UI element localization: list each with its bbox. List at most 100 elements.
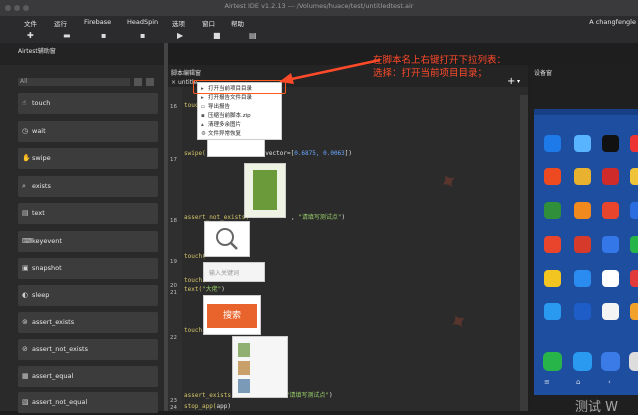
app-icon[interactable] (630, 303, 638, 320)
menu-zip-script[interactable]: ▪ 压缩当前脚本.zip (201, 112, 251, 120)
back-nav-icon[interactable]: ‹ (608, 378, 611, 386)
code-token: ]) (344, 150, 353, 157)
app-icon[interactable] (630, 135, 638, 152)
app-icon[interactable] (544, 270, 561, 287)
api-label: sleep (32, 291, 50, 299)
menu-file-recover[interactable]: ⚙ 文件异常恢复 (201, 130, 241, 138)
app-icon[interactable] (630, 270, 638, 287)
menu-clean-images[interactable]: ▴ 清理多余图片 (201, 121, 241, 129)
api-text[interactable]: ▤ text (18, 203, 158, 224)
api-assert-exists[interactable]: ⊚ assert_exists (18, 312, 158, 333)
image-thumbnail[interactable]: 搜索 (203, 295, 261, 335)
app-icon[interactable] (630, 202, 638, 219)
api-label: assert_exists (32, 318, 75, 326)
app-icon[interactable] (574, 236, 591, 253)
menu-export-report[interactable]: ▫ 导出报告 (201, 103, 230, 111)
stop-icon[interactable]: ■ (213, 31, 221, 40)
folder-icon: ▸ (201, 95, 204, 101)
image-thumbnail[interactable] (244, 163, 286, 218)
api-label: touch (32, 99, 51, 107)
app-icon[interactable] (602, 135, 619, 152)
menu-firebase[interactable]: Firebase (84, 18, 111, 26)
annotation-line: 选择：打开当前项目目录； (373, 68, 488, 79)
app-icon[interactable] (544, 168, 561, 185)
folder-icon[interactable]: ▬ (63, 31, 71, 40)
app-icon[interactable] (544, 135, 561, 152)
app-icon[interactable] (574, 202, 591, 219)
api-touch[interactable]: ☝ touch (18, 93, 158, 114)
app-icon[interactable] (574, 303, 591, 320)
app-icon[interactable] (630, 236, 638, 253)
menu-run[interactable]: 运行 (54, 18, 67, 28)
api-assert-not-equal[interactable]: ▧ assert_not_equal (18, 392, 158, 413)
menu-window[interactable]: 窗口 (202, 18, 215, 28)
image-thumbnail[interactable] (204, 221, 250, 257)
image-thumbnail[interactable]: 输入关键词 (203, 262, 265, 282)
phone-icon[interactable] (543, 352, 562, 371)
api-assert-not-exists[interactable]: ⊘ assert_not_exists (18, 339, 158, 360)
app-icon[interactable] (574, 168, 591, 185)
code-line[interactable]: text("大佬") (184, 284, 225, 293)
api-wait[interactable]: ◷ wait (18, 121, 158, 142)
app-icon[interactable] (602, 168, 619, 185)
api-keyevent[interactable]: ⌨ keyevent (18, 231, 158, 252)
report-icon[interactable]: ▤ (249, 31, 257, 40)
app-icon[interactable] (574, 270, 591, 287)
api-swipe[interactable]: ✋ swipe (18, 148, 158, 169)
code-token: vector=[ (261, 150, 295, 157)
menu-headspin[interactable]: HeadSpin (127, 18, 158, 26)
app-icon[interactable] (630, 168, 638, 185)
image-thumbnail[interactable] (207, 138, 265, 157)
editor-scrollbar[interactable] (520, 95, 528, 411)
api-label: swipe (32, 154, 51, 162)
recover-icon: ⚙ (201, 131, 206, 137)
api-snapshot[interactable]: ▣ snapshot (18, 258, 158, 279)
menu-options[interactable]: 选项 (172, 18, 185, 28)
image-thumbnail[interactable] (232, 336, 288, 398)
api-sleep[interactable]: ◐ sleep (18, 285, 158, 306)
home-nav-icon[interactable]: ⌂ (576, 378, 580, 386)
camera-icon[interactable] (629, 352, 638, 371)
result-image-icon (238, 343, 250, 357)
add-tab-icon[interactable]: + (507, 76, 515, 87)
list-view-icon[interactable] (146, 78, 154, 86)
contacts-icon[interactable] (601, 352, 620, 371)
app-icon[interactable] (602, 270, 619, 287)
menu-item-label: 文件异常恢复 (208, 131, 242, 137)
api-exists[interactable]: ⌕ exists (18, 176, 158, 197)
app-icon[interactable] (544, 202, 561, 219)
window-title: Airtest IDE v1.2.13 --- /Volumes/huace/t… (224, 2, 414, 10)
code-line[interactable]: stop_app(app) (184, 403, 231, 410)
menu-nav-icon[interactable]: ≡ (544, 378, 550, 386)
line-number: 20 (170, 283, 177, 289)
menu-item-label: 清理多余图片 (208, 122, 242, 128)
code-token: 0.6875, 0.0063 (294, 150, 345, 157)
filter-select[interactable]: All (18, 78, 130, 86)
save-icon[interactable]: ▪ (101, 31, 106, 40)
save-as-icon[interactable]: ▪ (140, 31, 145, 40)
run-icon[interactable]: ▶ (177, 31, 183, 40)
tab-close-icon[interactable]: × (171, 79, 176, 86)
chevron-down-icon[interactable]: ▾ (517, 78, 520, 85)
assert-not-exists-icon: ⊘ (22, 345, 28, 353)
nav-bar: ≡ ⌂ ‹ (534, 378, 638, 390)
app-icon[interactable] (544, 236, 561, 253)
line-number: 21 (170, 290, 177, 296)
api-assert-equal[interactable]: ▦ assert_equal (18, 366, 158, 387)
menu-file[interactable]: 文件 (24, 18, 37, 28)
app-icon[interactable] (574, 135, 591, 152)
user-account[interactable]: A changfengle (589, 18, 636, 26)
code-line[interactable]: touch( (184, 253, 206, 260)
grid-view-icon[interactable] (134, 78, 142, 86)
api-label: keyevent (32, 237, 62, 245)
app-icon[interactable] (602, 202, 619, 219)
menu-help[interactable]: 帮助 (231, 18, 244, 28)
plus-icon[interactable]: ✚ (27, 31, 34, 40)
assert-exists-icon: ⊚ (22, 318, 28, 326)
app-icon[interactable] (602, 303, 619, 320)
messages-icon[interactable] (573, 352, 592, 371)
menu-open-report-dir[interactable]: ▸ 打开报告文件目录 (201, 94, 252, 102)
code-token: "请填写测试点" (285, 392, 330, 399)
app-icon[interactable] (602, 236, 619, 253)
app-icon[interactable] (544, 303, 561, 320)
